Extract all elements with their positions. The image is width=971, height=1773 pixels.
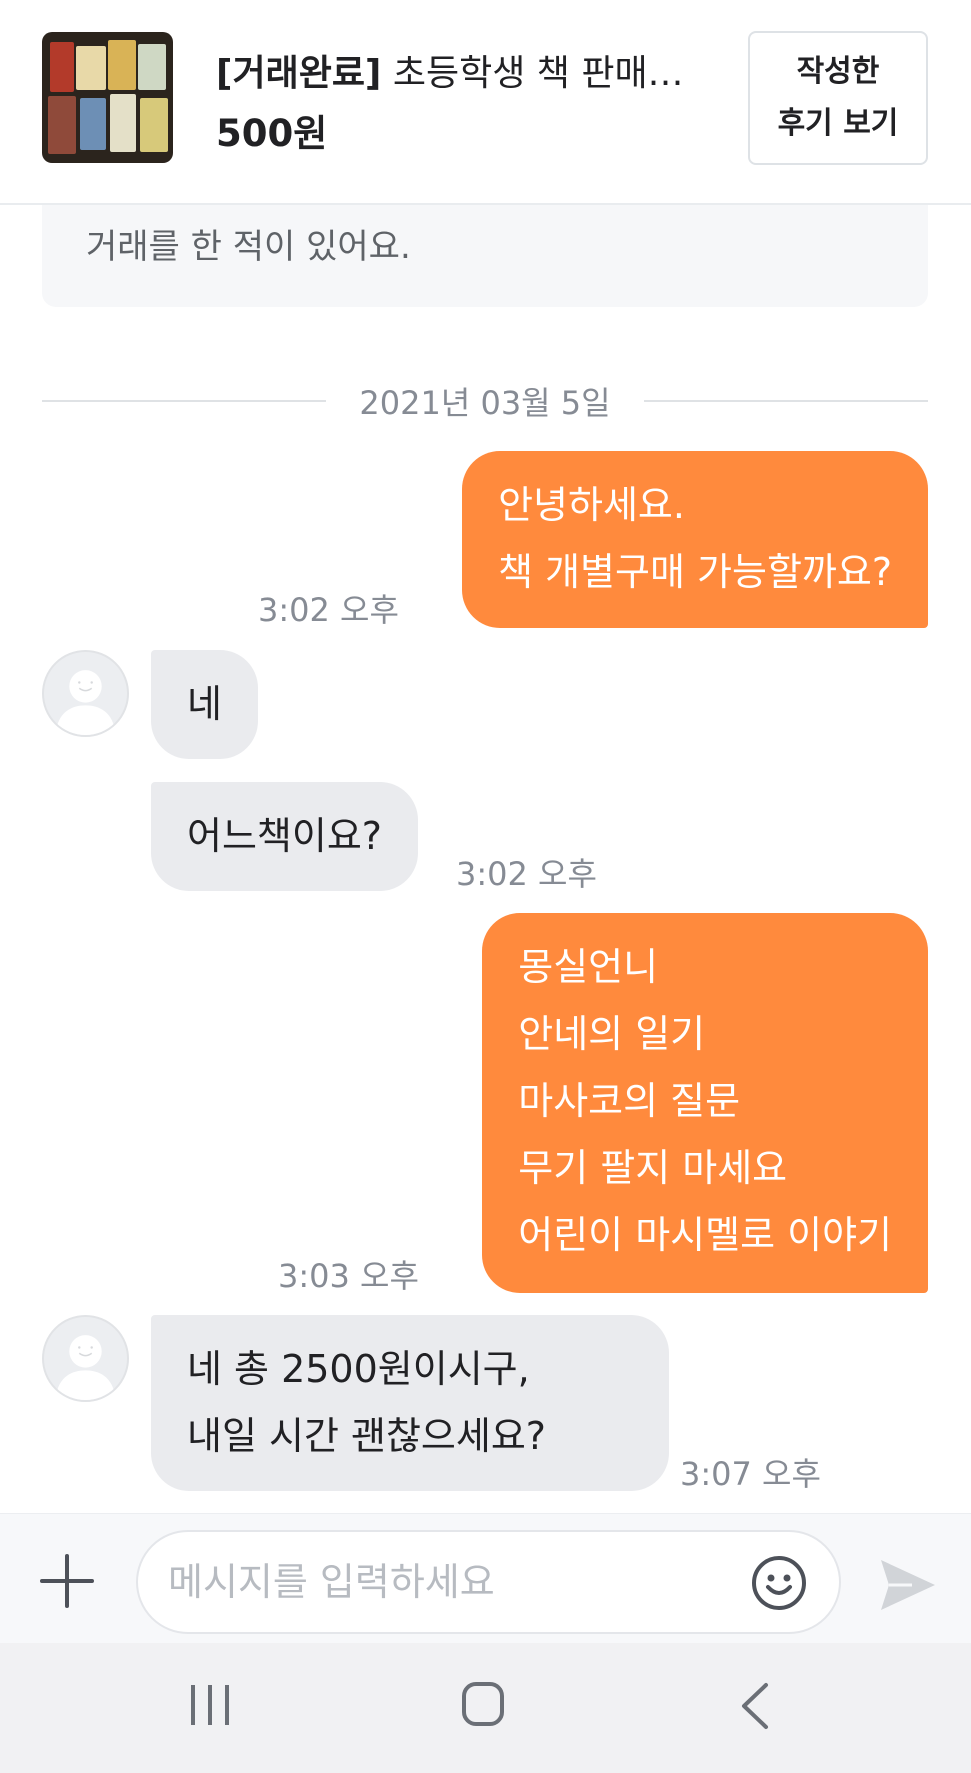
message-line: 어느책이요? xyxy=(187,814,382,858)
send-icon[interactable] xyxy=(878,1556,938,1614)
message-line: 내일 시간 괜찮으세요? xyxy=(187,1414,546,1458)
home-icon[interactable] xyxy=(461,1681,505,1727)
message-time: 3:03 오후 xyxy=(278,1257,419,1295)
view-review-button[interactable]: 작성한 후기 보기 xyxy=(748,31,928,165)
outgoing-message[interactable]: 몽실언니 안네의 일기 마사코의 질문 무기 팔지 마세요 어린이 마시멜로 이… xyxy=(482,913,928,1293)
message-line: 안녕하세요. xyxy=(498,483,685,527)
trade-notice-text: 거래를 한 적이 있어요. xyxy=(86,227,411,267)
message-line: 네 총 2500원이시구, xyxy=(187,1347,530,1391)
message-line: 몽실언니 xyxy=(518,945,659,989)
message-line: 어린이 마시멜로 이야기 xyxy=(518,1213,892,1257)
message-line: 마사코의 질문 xyxy=(518,1079,741,1123)
message-line: 무기 팔지 마세요 xyxy=(518,1146,788,1190)
partner-avatar[interactable] xyxy=(42,650,129,737)
message-field[interactable] xyxy=(136,1530,841,1634)
smile-icon[interactable] xyxy=(750,1554,808,1612)
product-name: 초등학생 책 판매… xyxy=(381,53,684,94)
message-time: 3:02 오후 xyxy=(456,855,597,893)
incoming-message[interactable]: 네 총 2500원이시구, 내일 시간 괜찮으세요? xyxy=(151,1315,669,1491)
trade-notice: 거래를 한 적이 있어요. xyxy=(42,205,928,307)
trade-status: [거래완료] xyxy=(216,53,382,94)
default-profile-icon xyxy=(55,1335,116,1400)
message-line: 안네의 일기 xyxy=(518,1012,706,1056)
product-header[interactable]: [거래완료] 초등학생 책 판매… 500원 작성한 후기 보기 xyxy=(0,0,971,205)
back-icon[interactable] xyxy=(738,1681,772,1731)
system-nav-bar xyxy=(0,1643,971,1773)
date-divider: 2021년 03월 5일 xyxy=(42,378,928,424)
plus-icon[interactable] xyxy=(38,1552,96,1610)
message-input[interactable] xyxy=(168,1550,748,1614)
message-line: 책 개별구매 가능할까요? xyxy=(498,550,892,594)
product-thumbnail[interactable] xyxy=(42,32,173,163)
product-price: 500원 xyxy=(216,112,328,155)
outgoing-message[interactable]: 안녕하세요. 책 개별구매 가능할까요? xyxy=(462,451,928,628)
message-time: 3:02 오후 xyxy=(258,591,399,629)
product-title[interactable]: [거래완료] 초등학생 책 판매… xyxy=(216,44,706,96)
message-composer xyxy=(0,1513,971,1643)
incoming-message[interactable]: 어느책이요? xyxy=(151,782,418,891)
default-profile-icon xyxy=(55,670,116,735)
divider-line-right xyxy=(644,400,928,402)
message-line: 네 xyxy=(187,682,222,726)
partner-avatar[interactable] xyxy=(42,1315,129,1402)
incoming-message[interactable]: 네 xyxy=(151,650,258,759)
message-time: 3:07 오후 xyxy=(680,1455,821,1493)
recents-icon[interactable] xyxy=(187,1683,233,1727)
